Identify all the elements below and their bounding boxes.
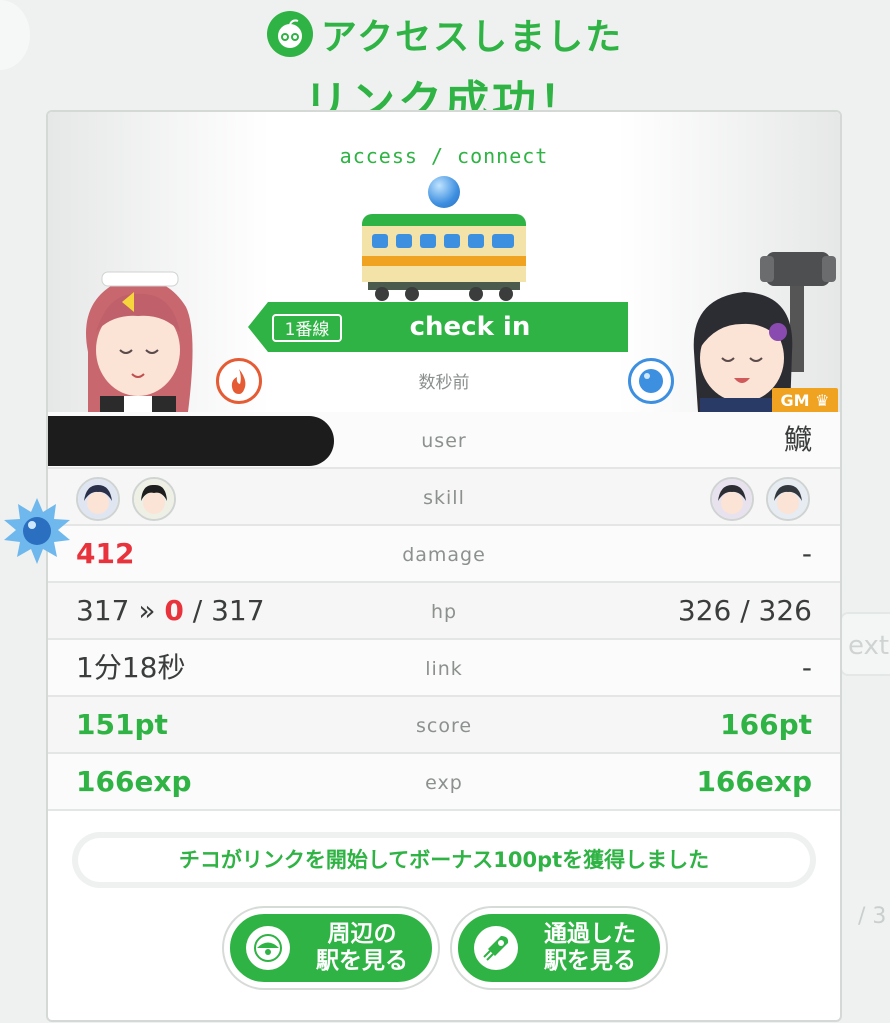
water-orb-icon	[428, 176, 460, 208]
water-attribute-icon	[628, 358, 674, 404]
player-score: 151pt	[76, 708, 168, 741]
opponent-link-time: -	[801, 651, 812, 684]
stat-row-score: 151pt score 166pt	[48, 697, 840, 754]
stat-row-skill: skill	[48, 469, 840, 526]
app-logo-icon	[266, 11, 313, 57]
opponent-username[interactable]: 鱵	[784, 412, 812, 467]
player-damage: 412	[76, 537, 135, 570]
stat-row-exp: 166exp exp 166exp	[48, 754, 840, 811]
player-skill-avatar[interactable]	[76, 477, 120, 521]
redacted-username	[48, 416, 334, 466]
opponent-skill-avatar[interactable]	[766, 477, 810, 521]
radar-icon	[246, 926, 290, 970]
access-connect-label: access / connect	[339, 144, 549, 168]
stat-row-link: 1分18秒 link -	[48, 640, 840, 697]
opponent-score: 166pt	[720, 708, 812, 741]
link-stats-table: user 鱵 skill 412 damage - 317 » 0 / 317	[48, 412, 840, 811]
player-link-time: 1分18秒	[76, 651, 186, 684]
player-character-portrait	[86, 271, 193, 412]
checkin-label: check in	[409, 312, 531, 342]
player-skill-avatar[interactable]	[132, 477, 176, 521]
stat-row-hp: 317 » 0 / 317 hp 326 / 326	[48, 583, 840, 640]
train-icon	[362, 214, 526, 301]
player-exp: 166exp	[76, 765, 192, 798]
stat-row-damage: 412 damage -	[48, 526, 840, 583]
checkin-panel: access / connect 1番線 check in 数秒前 GM ♛	[48, 112, 840, 414]
nearby-stations-button[interactable]: 周辺の 駅を見る	[224, 908, 438, 988]
opponent-exp: 166exp	[696, 765, 812, 798]
bonus-notice: チコがリンクを開始してボーナス100ptを獲得しました	[78, 838, 810, 882]
background-panel-edge: / 3	[850, 880, 890, 950]
opponent-skill-avatar[interactable]	[710, 477, 754, 521]
passed-stations-label: 通過した 駅を見る	[544, 921, 636, 974]
nearby-stations-label: 周辺の 駅を見る	[316, 921, 408, 974]
passed-stations-button[interactable]: 通過した 駅を見る	[452, 908, 666, 988]
player-hp: 317 » 0 / 317	[76, 594, 265, 627]
gm-badge: GM ♛	[772, 388, 838, 414]
access-title: アクセスしました	[320, 17, 624, 58]
opponent-hp: 326 / 326	[677, 594, 812, 627]
platform-badge: 1番線	[272, 314, 342, 342]
rocket-icon	[474, 926, 518, 970]
opponent-damage: -	[801, 537, 812, 570]
background-panel-edge: ext	[840, 612, 890, 676]
fire-attribute-icon	[216, 358, 262, 404]
link-result-card: access / connect 1番線 check in 数秒前 GM ♛ u…	[46, 110, 842, 1022]
water-burst-icon	[4, 498, 70, 564]
stat-label: damage	[402, 544, 486, 566]
stat-row-user: user 鱵	[48, 412, 840, 469]
